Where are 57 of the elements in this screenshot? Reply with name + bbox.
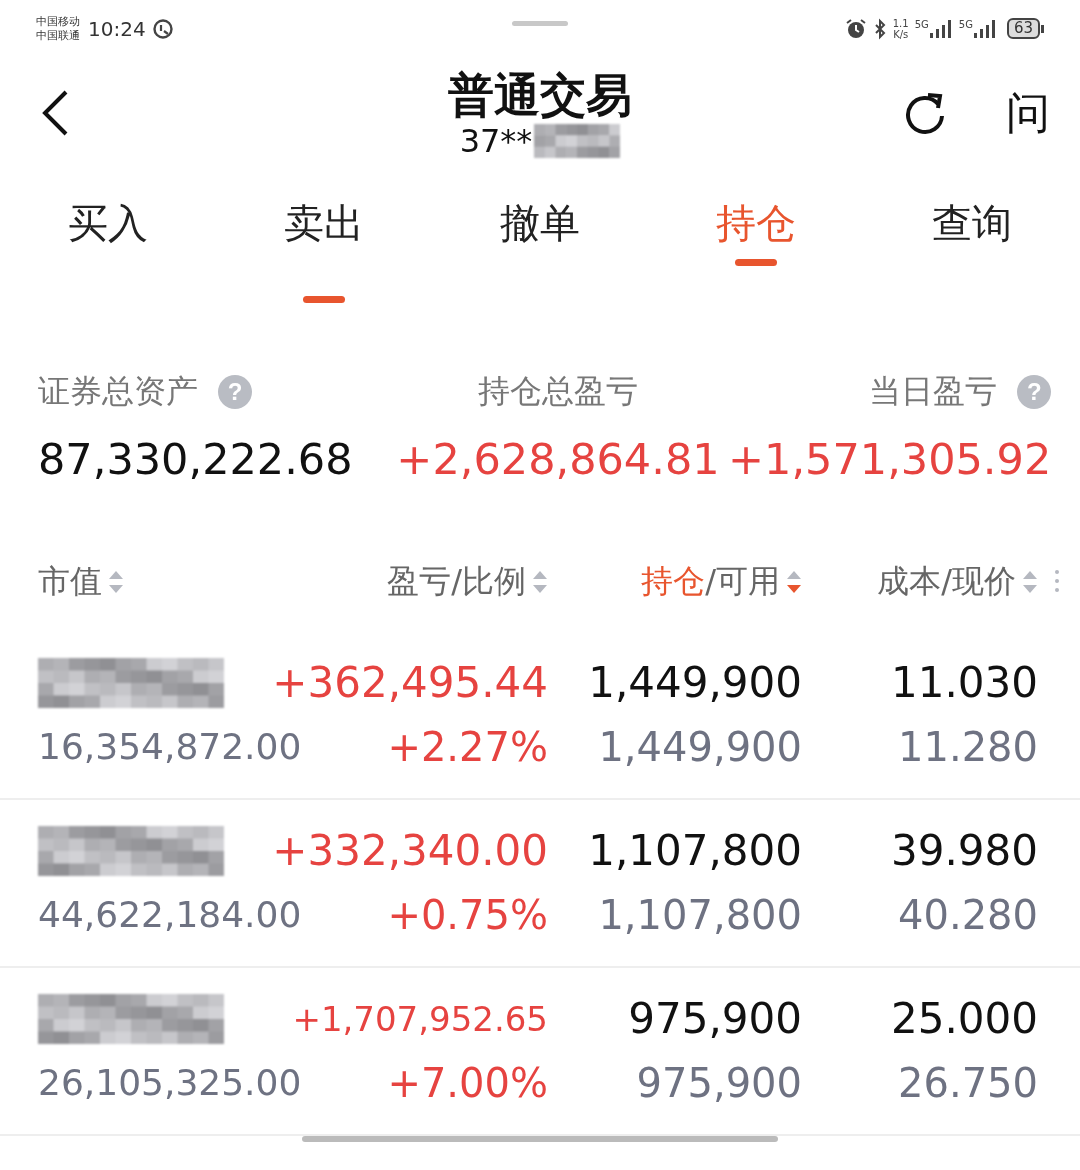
column-header[interactable]: 市值 — [38, 560, 102, 605]
help-button[interactable]: 问 — [1006, 83, 1050, 143]
summary-value: +2,628,864.81 — [396, 433, 720, 484]
column-header[interactable]: 盈亏/比例 — [387, 560, 526, 605]
current-price: 11.280 — [898, 723, 1038, 773]
network-type: 5G — [958, 18, 973, 30]
cost-price: 11.030 — [891, 657, 1038, 710]
holding-quantity: 975,900 — [628, 993, 802, 1046]
speed-unit: K/s — [893, 28, 909, 40]
holding-quantity: 1,449,900 — [588, 657, 802, 710]
summary-label: 当日盈亏 — [869, 370, 998, 412]
drag-handle — [512, 21, 568, 26]
signal-icon — [972, 18, 997, 39]
more-icon — [1054, 569, 1060, 594]
column-header[interactable]: 成本/现价 — [877, 560, 1016, 605]
tab[interactable]: 买入 — [68, 194, 148, 251]
signal-icon — [928, 18, 953, 39]
profit-ratio: +0.75% — [387, 891, 548, 941]
tab[interactable]: 撤单 — [500, 194, 580, 251]
carrier-name: 中国联通 — [36, 28, 80, 43]
battery-level: 63 — [1006, 18, 1040, 40]
profit-ratio: +2.27% — [387, 723, 548, 773]
tab-indicator — [735, 258, 777, 266]
available-quantity: 975,900 — [636, 1059, 802, 1109]
tab[interactable]: 持仓 — [716, 194, 796, 251]
available-quantity: 1,107,800 — [598, 891, 802, 941]
profit-amount: +332,340.00 — [272, 825, 548, 878]
holding-quantity: 1,107,800 — [588, 825, 802, 878]
profit-amount: +1,707,952.65 — [292, 998, 548, 1042]
summary-label: 证券总资产 — [38, 370, 198, 412]
profit-amount: +362,495.44 — [272, 657, 548, 710]
summary-value: 87,330,222.68 — [38, 433, 354, 484]
bluetooth-icon — [872, 17, 887, 40]
summary-label: 持仓总盈亏 — [478, 370, 638, 412]
back-icon — [40, 89, 70, 138]
market-value: 44,622,184.00 — [38, 893, 298, 938]
column-header[interactable]: /可用 — [705, 560, 780, 605]
column-header[interactable]: 持仓 — [641, 560, 706, 605]
tab[interactable]: 卖出 — [284, 194, 364, 251]
speed-value: 1.1 — [892, 17, 909, 29]
market-value: 26,105,325.00 — [38, 1061, 298, 1106]
market-value: 16,354,872.00 — [38, 725, 298, 770]
cost-price: 39.980 — [891, 825, 1038, 878]
status-time: 10:24 — [88, 16, 146, 41]
available-quantity: 1,449,900 — [598, 723, 802, 773]
network-type: 5G — [914, 18, 929, 30]
clock-icon — [151, 17, 174, 40]
summary-value: +1,571,305.92 — [728, 433, 1052, 484]
profit-ratio: +7.00% — [387, 1059, 548, 1109]
current-price: 26.750 — [898, 1059, 1038, 1109]
carrier-name: 中国移动 — [36, 14, 80, 29]
current-price: 40.280 — [898, 891, 1038, 941]
tab[interactable]: 查询 — [932, 194, 1012, 251]
cost-price: 25.000 — [891, 993, 1038, 1046]
page-title: 普通交易 — [448, 67, 632, 124]
alarm-clock-icon — [844, 17, 867, 40]
account-number: 37** — [459, 123, 533, 160]
